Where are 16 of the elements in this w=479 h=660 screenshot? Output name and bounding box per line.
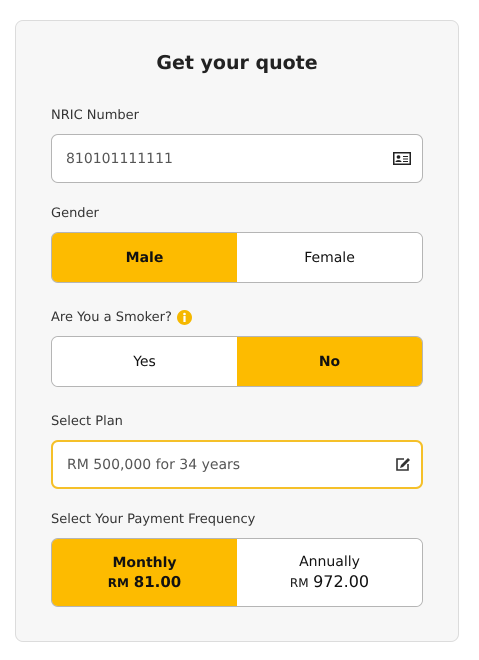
option-button[interactable]: Yes — [52, 337, 237, 386]
input-field[interactable]: RM 500,000 for 34 years — [51, 440, 423, 489]
field-label: Gender — [51, 206, 99, 220]
option-button[interactable]: No — [237, 337, 422, 386]
field-label: Select Your Payment Frequency — [51, 512, 256, 526]
field-label: NRIC Number — [51, 108, 140, 122]
option-button[interactable]: Male — [52, 233, 237, 282]
id-card-icon — [393, 152, 411, 165]
form-title: Get your quote — [155, 51, 319, 76]
input-field[interactable]: 810101111111 — [51, 134, 423, 183]
option-button[interactable]: Female — [237, 233, 422, 282]
edit-icon[interactable] — [395, 457, 411, 472]
field-label: Select Plan — [51, 414, 123, 428]
option-button[interactable]: Monthly RM 81.00 — [52, 539, 237, 606]
option-button[interactable]: Annually RM 972.00 — [237, 539, 422, 606]
field-label: Are You a Smoker? — [51, 310, 172, 324]
